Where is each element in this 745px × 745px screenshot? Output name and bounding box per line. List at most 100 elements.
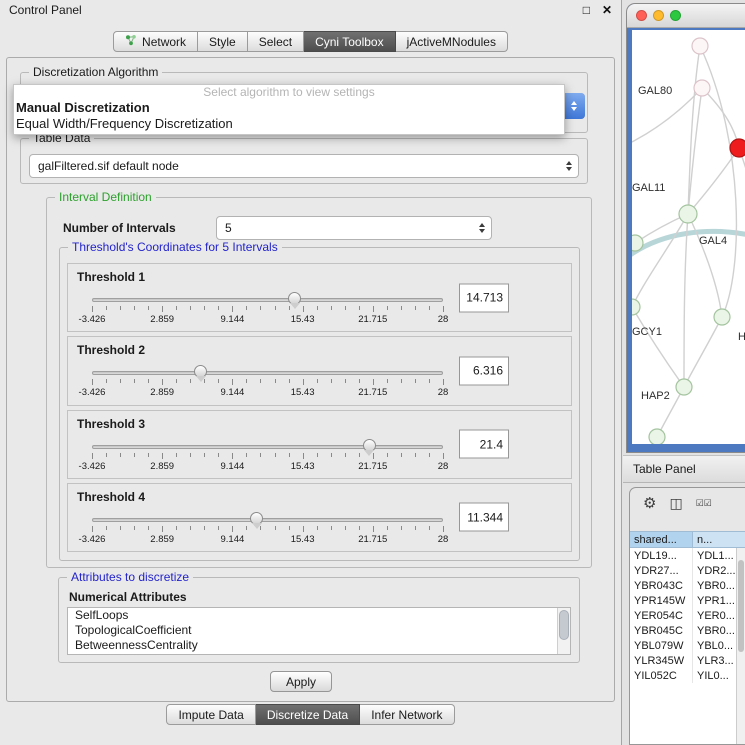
tick-mark xyxy=(429,379,430,383)
tick-mark xyxy=(401,379,402,383)
column-header-shared-name[interactable]: shared... xyxy=(630,532,693,547)
tick-mark xyxy=(148,526,149,530)
threshold-value-field[interactable]: 14.713 xyxy=(459,283,509,312)
network-node[interactable] xyxy=(632,299,640,315)
float-window-icon[interactable]: □ xyxy=(583,3,590,17)
table-row[interactable]: YBR043CYBR0... xyxy=(630,578,745,593)
attribute-list-item[interactable]: SelfLoops xyxy=(68,608,570,623)
slider-thumb[interactable] xyxy=(250,512,263,525)
network-node[interactable] xyxy=(676,379,692,395)
network-node[interactable] xyxy=(694,80,710,96)
checkbox-icons[interactable]: ☑☑ xyxy=(696,498,712,509)
tick-label: 15.43 xyxy=(291,387,315,398)
tick-mark xyxy=(204,306,205,310)
table-data-group: Table Data galFiltered.sif default node xyxy=(20,138,588,184)
gear-icon[interactable]: ⚙ xyxy=(643,494,656,512)
up-arrow-icon xyxy=(479,223,485,227)
zoom-traffic-light-icon[interactable] xyxy=(670,10,681,21)
popup-item-equal-width-frequency-discretization[interactable]: Equal Width/Frequency Discretization xyxy=(14,116,564,132)
tick-mark xyxy=(218,453,219,457)
threshold-value-field[interactable]: 11.344 xyxy=(459,503,509,532)
tick-mark xyxy=(148,379,149,383)
tick-mark xyxy=(176,379,177,383)
tab-label: Cyni Toolbox xyxy=(315,35,383,49)
tab-cyni-toolbox[interactable]: Cyni Toolbox xyxy=(304,31,395,52)
table-row[interactable]: YBR045CYBR0... xyxy=(630,623,745,638)
thresholds-group: Threshold's Coordinates for 5 Intervals … xyxy=(59,247,580,561)
threshold-value-field[interactable]: 6.316 xyxy=(459,356,509,385)
tick-label: 21.715 xyxy=(358,461,387,472)
network-node[interactable] xyxy=(632,235,643,251)
cell-shared-name: YLR345W xyxy=(630,653,693,668)
popup-item-manual-discretization[interactable]: Manual Discretization xyxy=(14,100,564,116)
threshold-value-field[interactable]: 21.4 xyxy=(459,430,509,459)
close-traffic-light-icon[interactable] xyxy=(636,10,647,21)
slider-thumb[interactable] xyxy=(363,439,376,452)
tick-mark xyxy=(232,526,233,532)
threshold-slider[interactable]: -3.4262.8599.14415.4321.71528 xyxy=(92,290,443,328)
minimize-traffic-light-icon[interactable] xyxy=(653,10,664,21)
tick-mark xyxy=(443,306,444,312)
number-of-intervals-combo[interactable]: 5 xyxy=(216,216,492,240)
node-label-gal80: GAL80 xyxy=(638,85,672,97)
column-header-name[interactable]: n... xyxy=(693,532,745,547)
apply-button[interactable]: Apply xyxy=(270,671,332,692)
threshold-slider[interactable]: -3.4262.8599.14415.4321.71528 xyxy=(92,437,443,475)
tick-mark xyxy=(387,306,388,310)
combo-stepper-icon[interactable] xyxy=(563,93,585,119)
tick-mark xyxy=(92,526,93,532)
tab-style[interactable]: Style xyxy=(198,31,248,52)
table-row[interactable]: YIL052CYIL0... xyxy=(630,668,745,683)
tick-mark xyxy=(345,453,346,457)
slider-tick-labels: -3.4262.8599.14415.4321.71528 xyxy=(92,461,443,472)
attribute-list-item[interactable]: TopologicalCoefficient xyxy=(68,623,570,638)
slider-thumb[interactable] xyxy=(288,292,301,305)
network-node[interactable] xyxy=(679,205,697,223)
tick-mark xyxy=(303,453,304,459)
tick-mark xyxy=(246,306,247,310)
close-icon[interactable]: ✕ xyxy=(602,3,612,17)
combo-stepper-icon[interactable] xyxy=(560,161,578,171)
tab-label: jActiveMNodules xyxy=(407,35,496,49)
selected-network-node[interactable] xyxy=(730,139,745,157)
tick-label: 28 xyxy=(438,314,449,325)
scrollbar-thumb[interactable] xyxy=(559,610,569,640)
table-scrollbar[interactable] xyxy=(736,548,745,744)
scrollbar-thumb[interactable] xyxy=(738,560,744,652)
table-rows: YDL19...YDL1...YDR27...YDR2...YBR043CYBR… xyxy=(630,548,745,744)
tab-select[interactable]: Select xyxy=(248,31,304,52)
network-window-titlebar[interactable] xyxy=(627,4,745,28)
combo-stepper-icon[interactable] xyxy=(473,223,491,233)
tab-infer-network[interactable]: Infer Network xyxy=(360,704,454,725)
tab-impute-data[interactable]: Impute Data xyxy=(166,704,255,725)
table-row[interactable]: YDL19...YDL1... xyxy=(630,548,745,563)
columns-icon[interactable]: ◫ xyxy=(669,495,682,512)
threshold-slider[interactable]: -3.4262.8599.14415.4321.71528 xyxy=(92,510,443,548)
tick-mark xyxy=(303,526,304,532)
table-header-row: shared... n... xyxy=(630,531,745,548)
threshold-slider[interactable]: -3.4262.8599.14415.4321.71528 xyxy=(92,363,443,401)
tick-mark xyxy=(401,453,402,457)
tick-mark xyxy=(317,306,318,310)
network-node[interactable] xyxy=(714,309,730,325)
network-node[interactable] xyxy=(692,38,708,54)
tick-mark xyxy=(190,526,191,530)
table-row[interactable]: YLR345WYLR3... xyxy=(630,653,745,668)
attributes-scrollbar[interactable] xyxy=(557,608,570,654)
tick-label: 28 xyxy=(438,387,449,398)
tab-network[interactable]: Network xyxy=(113,31,198,52)
tab-label: Discretize Data xyxy=(267,708,348,722)
table-row[interactable]: YPR145WYPR1... xyxy=(630,593,745,608)
table-data-combo[interactable]: galFiltered.sif default node xyxy=(29,154,579,178)
tab-discretize-data[interactable]: Discretize Data xyxy=(256,704,360,725)
popup-hint-text: Select algorithm to view settings xyxy=(14,85,564,100)
network-canvas[interactable]: GAL80GAL11GAL4GCY1HAP2H xyxy=(632,30,745,444)
table-row[interactable]: YDR27...YDR2... xyxy=(630,563,745,578)
network-node[interactable] xyxy=(649,429,665,444)
table-row[interactable]: YER054CYER0... xyxy=(630,608,745,623)
tick-label: 28 xyxy=(438,461,449,472)
attribute-list-item[interactable]: BetweennessCentrality xyxy=(68,638,570,653)
tab-jactivemnodules[interactable]: jActiveMNodules xyxy=(396,31,508,52)
table-row[interactable]: YBL079WYBL0... xyxy=(630,638,745,653)
slider-thumb[interactable] xyxy=(194,365,207,378)
